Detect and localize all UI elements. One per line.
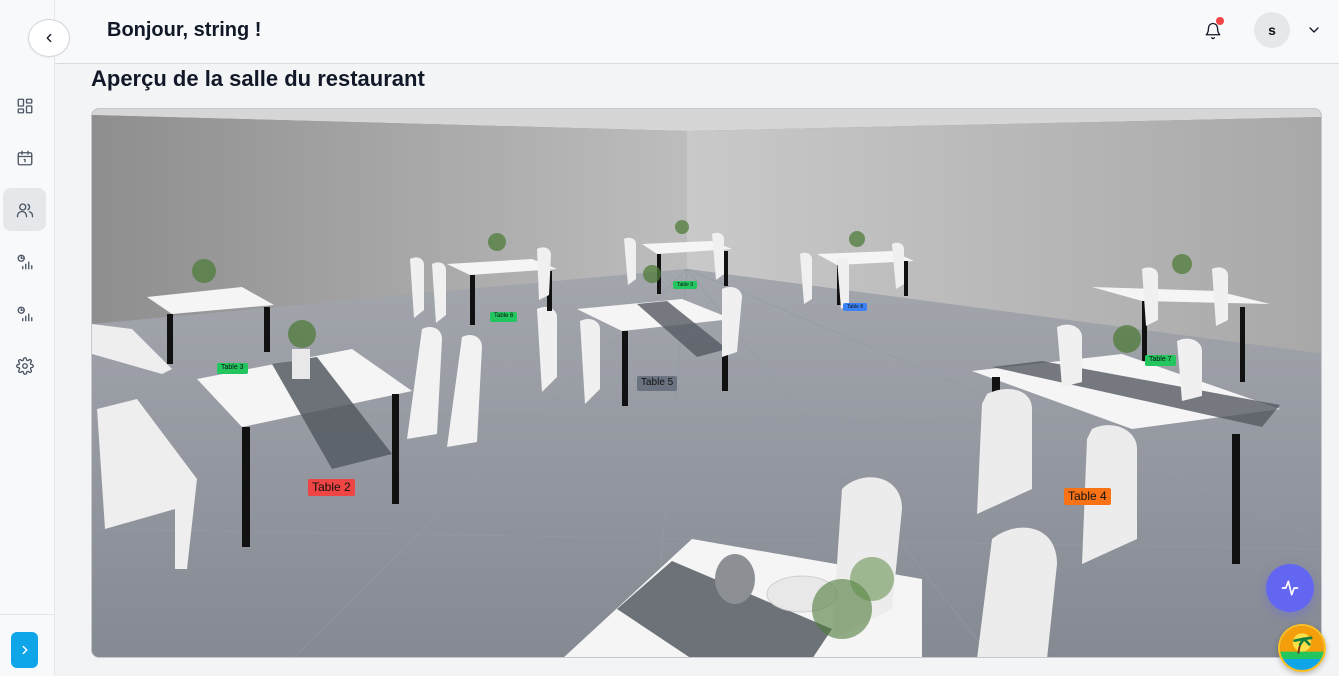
activity-icon (1281, 580, 1299, 596)
top-header: Bonjour, string ! s (55, 0, 1339, 64)
activity-fab-button[interactable] (1266, 564, 1314, 612)
avatar[interactable]: s (1254, 12, 1290, 48)
table-label[interactable]: Table 3 (217, 363, 248, 374)
stats-icon (17, 254, 32, 269)
sidebar-divider (0, 614, 55, 615)
table-label[interactable]: Table 5 (637, 376, 678, 391)
sidebar-item-reports[interactable] (3, 292, 46, 335)
notifications-button[interactable] (1200, 17, 1226, 44)
greeting-text: Bonjour, string ! (107, 19, 262, 41)
table-label[interactable]: Table 4 (1064, 488, 1111, 505)
table-label[interactable]: Table 6 (490, 312, 518, 322)
table-label[interactable]: Table 7 (1145, 355, 1176, 366)
chevron-left-icon (46, 33, 52, 43)
chevron-down-icon[interactable] (1306, 22, 1322, 38)
expand-sidebar-button[interactable] (11, 632, 38, 668)
beach-assistant-icon[interactable] (1278, 624, 1326, 672)
dashboard-icon (17, 98, 32, 113)
collapse-sidebar-button[interactable] (28, 19, 70, 57)
sidebar-item-calendar[interactable] (3, 136, 46, 179)
calendar-icon (17, 150, 32, 165)
sidebar-item-dashboard[interactable] (3, 84, 46, 127)
sidebar-item-settings[interactable] (3, 344, 46, 387)
page-title: Aperçu de la salle du restaurant (91, 66, 425, 91)
sidebar-item-users[interactable] (3, 188, 46, 231)
table-label[interactable]: Table 9 (673, 281, 698, 290)
table-label[interactable]: Table 2 (308, 479, 355, 496)
reports-icon (17, 306, 32, 321)
restaurant-3d-viewer[interactable]: Table 2 Table 3 Table 4 Table 5 Table 6 … (91, 108, 1322, 658)
sidebar-item-stats[interactable] (3, 240, 46, 283)
restaurant-scene (92, 109, 1321, 657)
chevron-right-icon (22, 645, 27, 655)
users-icon (16, 202, 33, 217)
table-label[interactable]: Table 8 (843, 303, 868, 312)
notification-dot (1216, 17, 1224, 25)
sidebar (0, 0, 55, 676)
settings-icon (15, 356, 34, 375)
